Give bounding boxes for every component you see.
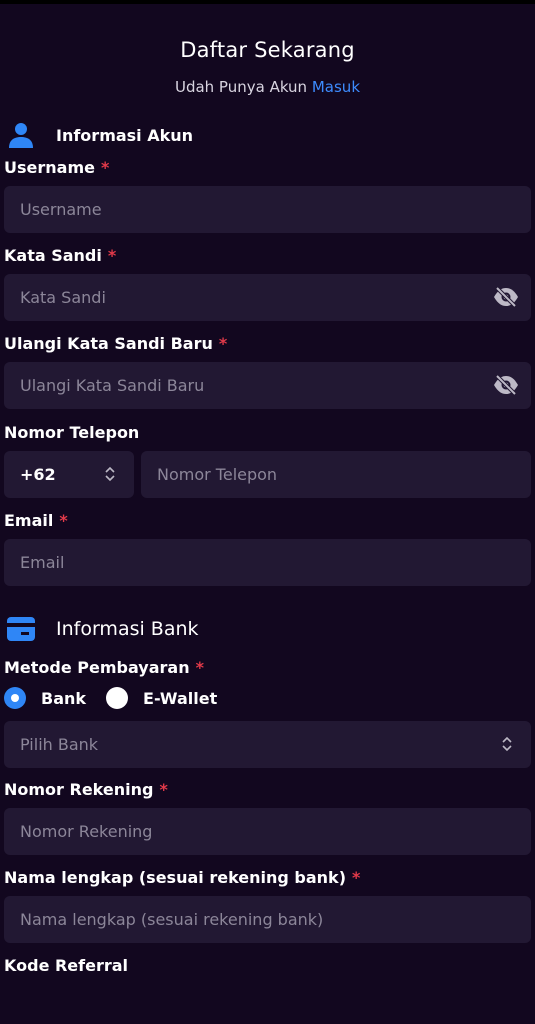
phone-label: Nomor Telepon	[4, 423, 140, 442]
referral-label: Kode Referral	[4, 956, 129, 975]
user-icon	[6, 120, 36, 150]
radio-unselected-icon	[106, 687, 129, 709]
bank-select-placeholder: Pilih Bank	[20, 735, 99, 754]
email-input[interactable]: Email	[4, 539, 531, 586]
username-input[interactable]: Username	[4, 186, 531, 233]
account-number-field: Nomor Rekening * Nomor Rekening	[0, 779, 535, 855]
confirm-password-field: Ulangi Kata Sandi Baru * Ulangi Kata Sand…	[0, 333, 535, 409]
email-placeholder: Email	[20, 553, 65, 572]
country-code-select[interactable]: +62	[4, 451, 134, 498]
login-link[interactable]: Masuk	[312, 78, 360, 96]
radio-selected-icon	[4, 687, 26, 709]
phone-field: Nomor Telepon +62 Nomor Telepon	[0, 422, 535, 498]
username-field: Username * Username	[0, 157, 535, 233]
required-marker: *	[59, 511, 68, 530]
full-name-label: Nama lengkap (sesuai rekening bank) *	[4, 868, 361, 887]
account-number-input[interactable]: Nomor Rekening	[4, 808, 531, 855]
radio-bank-label: Bank	[41, 688, 87, 708]
radio-ewallet-label: E-Wallet	[143, 688, 218, 708]
registration-page: Daftar Sekarang Udah Punya Akun Masuk In…	[0, 4, 535, 1024]
confirm-password-label: Ulangi Kata Sandi Baru *	[4, 334, 228, 353]
required-marker: *	[159, 780, 168, 799]
username-placeholder: Username	[20, 200, 102, 219]
card-icon	[6, 614, 36, 644]
required-marker: *	[218, 334, 228, 353]
eye-off-icon[interactable]	[493, 286, 519, 308]
radio-ewallet[interactable]: E-Wallet	[106, 687, 217, 709]
full-name-input[interactable]: Nama lengkap (sesuai rekening bank)	[4, 896, 531, 943]
account-section-title: Informasi Akun	[56, 125, 194, 145]
confirm-password-input[interactable]: Ulangi Kata Sandi Baru	[4, 362, 531, 409]
payment-method-label: Metode Pembayaran *	[4, 658, 204, 677]
password-placeholder: Kata Sandi	[20, 288, 106, 307]
confirm-password-placeholder: Ulangi Kata Sandi Baru	[20, 376, 205, 395]
radio-bank[interactable]: Bank	[4, 687, 86, 709]
eye-off-icon[interactable]	[493, 374, 519, 396]
required-marker: *	[100, 158, 110, 177]
required-marker: *	[195, 658, 204, 677]
chevron-up-down-icon	[105, 466, 115, 482]
bank-section-title: Informasi Bank	[56, 618, 199, 640]
password-field: Kata Sandi * Kata Sandi	[0, 245, 535, 321]
email-label: Email *	[4, 511, 68, 530]
payment-method-field: Metode Pembayaran * Bank E-Wallet Pilih B…	[0, 657, 535, 768]
required-marker: *	[352, 868, 361, 887]
country-code-value: +62	[20, 465, 56, 484]
page-title: Daftar Sekarang	[180, 38, 355, 62]
full-name-placeholder: Nama lengkap (sesuai rekening bank)	[20, 910, 324, 929]
phone-placeholder: Nomor Telepon	[157, 465, 278, 484]
referral-field: Kode Referral	[0, 955, 535, 977]
required-marker: *	[107, 246, 117, 265]
bank-select[interactable]: Pilih Bank	[4, 721, 531, 768]
login-prompt-text: Udah Punya Akun	[174, 78, 308, 96]
email-field: Email * Email	[0, 510, 535, 586]
header: Daftar Sekarang Udah Punya Akun Masuk	[0, 4, 535, 96]
phone-row: +62 Nomor Telepon	[4, 451, 531, 498]
account-section-header: Informasi Akun	[0, 118, 535, 152]
full-name-field: Nama lengkap (sesuai rekening bank) * Nam…	[0, 867, 535, 943]
login-prompt: Udah Punya Akun Masuk	[0, 78, 535, 96]
account-number-placeholder: Nomor Rekening	[20, 822, 153, 841]
username-label: Username *	[4, 158, 110, 177]
payment-method-radios: Bank E-Wallet	[4, 685, 531, 711]
chevron-up-down-icon	[502, 736, 512, 752]
phone-input[interactable]: Nomor Telepon	[141, 451, 531, 498]
password-input[interactable]: Kata Sandi	[4, 274, 531, 321]
bank-section-header: Informasi Bank	[0, 612, 535, 646]
password-label: Kata Sandi *	[4, 246, 117, 265]
account-number-label: Nomor Rekening *	[4, 780, 168, 799]
